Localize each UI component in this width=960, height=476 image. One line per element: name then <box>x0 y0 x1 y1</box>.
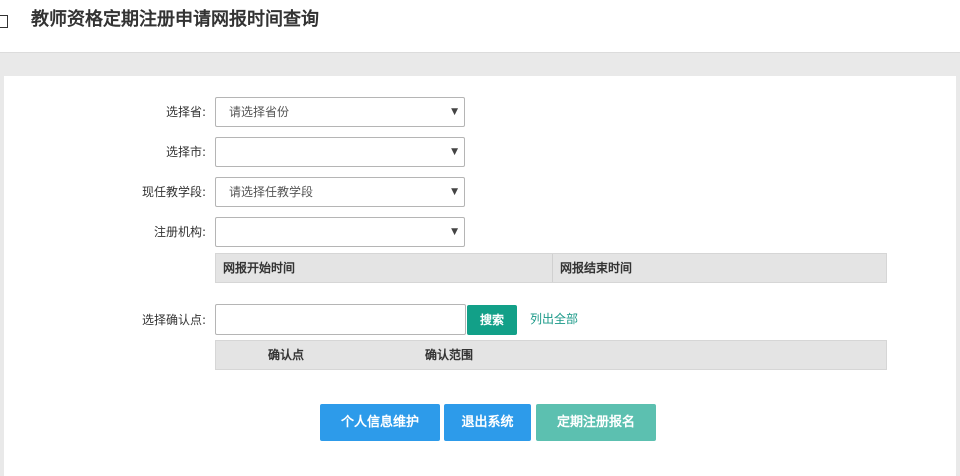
caret-down-icon: ▼ <box>451 187 458 197</box>
column-confirm-point: 确认点 <box>268 348 305 362</box>
stage-select[interactable]: 请选择任教学段 ▼ <box>215 177 465 207</box>
confirm-table-header: 确认点 确认范围 <box>215 340 887 370</box>
province-label: 选择省: <box>165 105 206 119</box>
stage-select-value: 请选择任教学段 <box>229 185 314 199</box>
institution-label: 注册机构: <box>153 225 206 239</box>
city-select[interactable]: ▼ <box>215 137 465 167</box>
profile-button[interactable]: 个人信息维护 <box>320 404 440 441</box>
search-button[interactable]: 搜索 <box>467 305 517 335</box>
bracket-icon <box>0 15 8 28</box>
caret-down-icon: ▼ <box>451 227 458 237</box>
province-select-value: 请选择省份 <box>229 105 290 119</box>
caret-down-icon: ▼ <box>451 147 458 157</box>
column-end-time: 网报结束时间 <box>552 254 886 282</box>
column-start-time: 网报开始时间 <box>223 261 296 275</box>
confirm-point-label: 选择确认点: <box>141 313 206 327</box>
logout-button[interactable]: 退出系统 <box>444 404 531 441</box>
caret-down-icon: ▼ <box>451 107 458 117</box>
schedule-table-header: 网报开始时间 网报结束时间 <box>215 253 887 283</box>
province-select[interactable]: 请选择省份 ▼ <box>215 97 465 127</box>
city-label: 选择市: <box>165 145 206 159</box>
stage-label: 现任教学段: <box>141 185 206 199</box>
page-header: 教师资格定期注册申请网报时间查询 <box>0 0 960 53</box>
institution-select[interactable]: ▼ <box>215 217 465 247</box>
page-title: 教师资格定期注册申请网报时间查询 <box>31 9 319 30</box>
register-button[interactable]: 定期注册报名 <box>536 404 656 441</box>
confirm-point-input[interactable] <box>215 304 466 335</box>
list-all-link[interactable]: 列出全部 <box>530 310 578 328</box>
column-confirm-range: 确认范围 <box>425 348 474 362</box>
column-select <box>216 341 260 369</box>
